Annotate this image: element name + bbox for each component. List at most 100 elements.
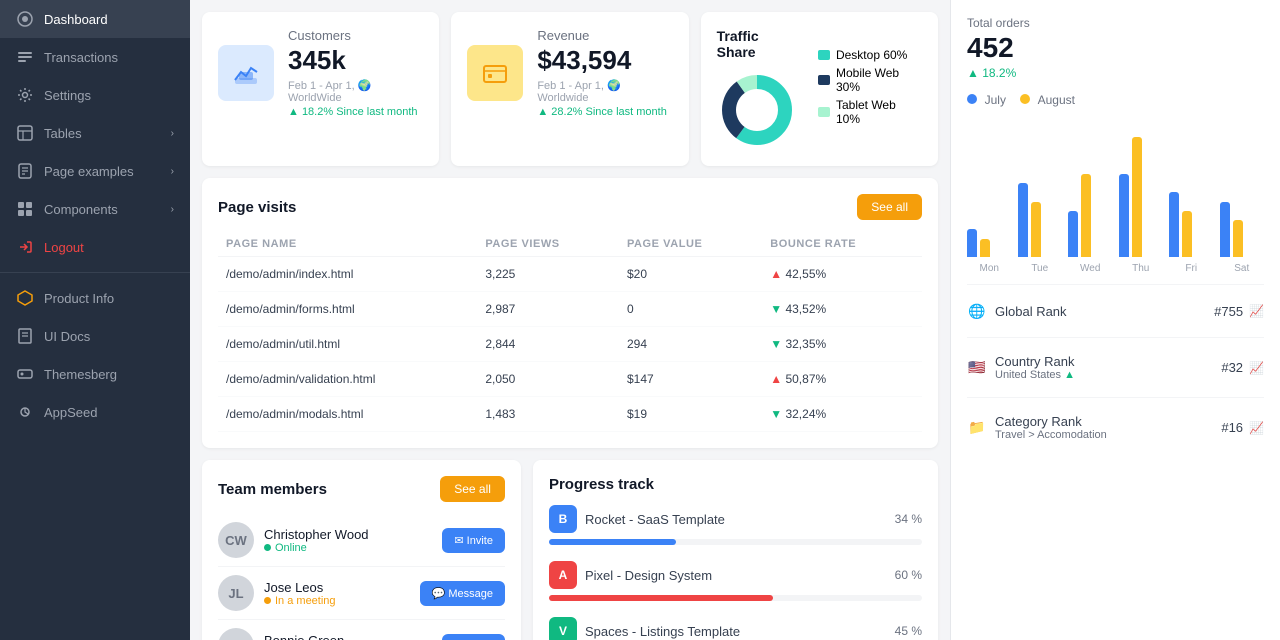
page-value: $20 <box>619 257 762 292</box>
tablet-dot <box>818 107 830 117</box>
sidebar-item-dashboard-label: Dashboard <box>44 12 108 27</box>
bar-day-label: Thu <box>1119 263 1164 274</box>
revenue-date: Feb 1 - Apr 1, 🌍 Worldwide <box>537 79 672 104</box>
member-name: Bonnie Green <box>264 633 432 640</box>
total-orders-trend: ▲ 18.2% <box>967 66 1264 80</box>
country-rank-arrow: 📈 <box>1249 361 1264 375</box>
avatar: BG <box>218 628 254 640</box>
settings-icon <box>16 86 34 104</box>
customers-value: 345k <box>288 45 423 76</box>
member-row: BG Bonnie Green Online ✉ Invite <box>218 620 505 640</box>
sidebar-item-components[interactable]: Components › <box>0 190 190 228</box>
bar-day-label: Mon <box>967 263 1012 274</box>
bottom-row: Team members See all CW Christopher Wood… <box>202 460 938 640</box>
sidebar-logout-label: Logout <box>44 240 84 255</box>
bar-group <box>1119 137 1164 257</box>
team-members-title: Team members <box>218 481 327 498</box>
progress-bar-bg <box>549 539 922 545</box>
progress-name: Pixel - Design System <box>585 568 712 583</box>
progress-item: B Rocket - SaaS Template 34 % <box>549 505 922 545</box>
legend-july: July <box>967 92 1006 107</box>
global-rank-arrow: 📈 <box>1249 304 1264 318</box>
country-rank-value: #32 <box>1221 360 1243 375</box>
sidebar-appseed-label: AppSeed <box>44 405 98 420</box>
traffic-legend: Desktop 60% Mobile Web 30% Tablet Web 10… <box>818 48 922 130</box>
progress-pct: 45 % <box>895 624 922 638</box>
bar-labels: MonTueWedThuFriSat <box>967 263 1264 274</box>
desktop-dot <box>818 50 830 60</box>
member-name: Christopher Wood <box>264 527 432 542</box>
page-value: 0 <box>619 292 762 327</box>
sidebar-item-themesberg[interactable]: Themesberg <box>0 355 190 393</box>
category-rank-sublabel: Travel > Accomodation <box>995 429 1107 441</box>
sidebar-item-ui-docs[interactable]: UI Docs <box>0 317 190 355</box>
page-name: /demo/admin/forms.html <box>218 292 477 327</box>
bar-july <box>1018 183 1028 257</box>
member-status: Online <box>264 542 432 554</box>
bar-group <box>1169 192 1214 257</box>
sidebar-item-page-examples[interactable]: Page examples › <box>0 152 190 190</box>
theme-icon <box>16 365 34 383</box>
customers-card: Customers 345k Feb 1 - Apr 1, 🌍 WorldWid… <box>202 12 439 166</box>
customers-trend: ▲ 18.2% Since last month <box>288 106 423 118</box>
global-rank-icon: 🌐 <box>967 301 987 321</box>
page-name: /demo/admin/index.html <box>218 257 477 292</box>
progress-label: A Pixel - Design System <box>549 561 712 589</box>
sidebar-item-settings[interactable]: Settings <box>0 76 190 114</box>
team-members-card: Team members See all CW Christopher Wood… <box>202 460 521 640</box>
total-orders-value: 452 <box>967 32 1264 64</box>
progress-icon: B <box>549 505 577 533</box>
progress-icon: A <box>549 561 577 589</box>
mobile-dot <box>818 75 830 85</box>
global-rank-row: 🌐 Global Rank #755 📈 <box>967 295 1264 327</box>
sidebar-item-product-info[interactable]: Product Info <box>0 279 190 317</box>
sidebar-item-logout[interactable]: Logout <box>0 228 190 266</box>
col-page-views: PAGE VIEWS <box>477 232 619 257</box>
category-rank-arrow: 📈 <box>1249 421 1264 435</box>
member-info: Jose Leos In a meeting <box>264 580 410 607</box>
bar-july <box>967 229 977 257</box>
sidebar-item-appseed[interactable]: AppSeed <box>0 393 190 431</box>
chart-legend: July August <box>967 92 1264 107</box>
member-action-button[interactable]: ✉ Invite <box>442 634 505 640</box>
customers-date: Feb 1 - Apr 1, 🌍 WorldWide <box>288 79 423 104</box>
tables-arrow: › <box>171 128 174 139</box>
sidebar-item-transactions[interactable]: Transactions <box>0 38 190 76</box>
team-see-all[interactable]: See all <box>440 476 505 502</box>
page-views: 3,225 <box>477 257 619 292</box>
member-name: Jose Leos <box>264 580 410 595</box>
page-visits-see-all[interactable]: See all <box>857 194 922 220</box>
member-action-button[interactable]: 💬 Message <box>420 581 505 606</box>
sidebar-item-tables[interactable]: Tables › <box>0 114 190 152</box>
bar-day-label: Fri <box>1169 263 1214 274</box>
sidebar-item-dashboard[interactable]: Dashboard <box>0 0 190 38</box>
page-value: $147 <box>619 362 762 397</box>
total-orders-title: Total orders <box>967 16 1264 30</box>
progress-label: B Rocket - SaaS Template <box>549 505 725 533</box>
progress-label: V Spaces - Listings Template <box>549 617 740 640</box>
sidebar-product-info-label: Product Info <box>44 291 114 306</box>
customers-card-icon <box>218 45 274 101</box>
country-rank-sublabel: United States ▲ <box>995 369 1075 381</box>
category-rank-label: Category Rank <box>995 414 1107 429</box>
desktop-label: Desktop 60% <box>836 48 907 62</box>
dashboard-icon <box>16 10 34 28</box>
col-bounce-rate: BOUNCE RATE <box>762 232 922 257</box>
page-value: 294 <box>619 327 762 362</box>
page-examples-arrow: › <box>171 166 174 177</box>
team-members-list: CW Christopher Wood Online ✉ Invite JL J… <box>218 514 505 640</box>
sidebar-settings-label: Settings <box>44 88 91 103</box>
member-action-button[interactable]: ✉ Invite <box>442 528 505 553</box>
progress-name: Rocket - SaaS Template <box>585 512 725 527</box>
status-dot <box>264 597 271 604</box>
traffic-title: Traffic Share <box>717 28 798 60</box>
bar-day-label: Sat <box>1220 263 1265 274</box>
progress-item: A Pixel - Design System 60 % <box>549 561 922 601</box>
progress-track-title: Progress track <box>549 476 654 493</box>
legend-tablet: Tablet Web 10% <box>818 98 922 126</box>
category-rank-icon: 📁 <box>967 418 987 438</box>
revenue-title: Revenue <box>537 28 672 43</box>
progress-bar-fill <box>549 539 676 545</box>
components-icon <box>16 200 34 218</box>
progress-pct: 34 % <box>895 512 922 526</box>
